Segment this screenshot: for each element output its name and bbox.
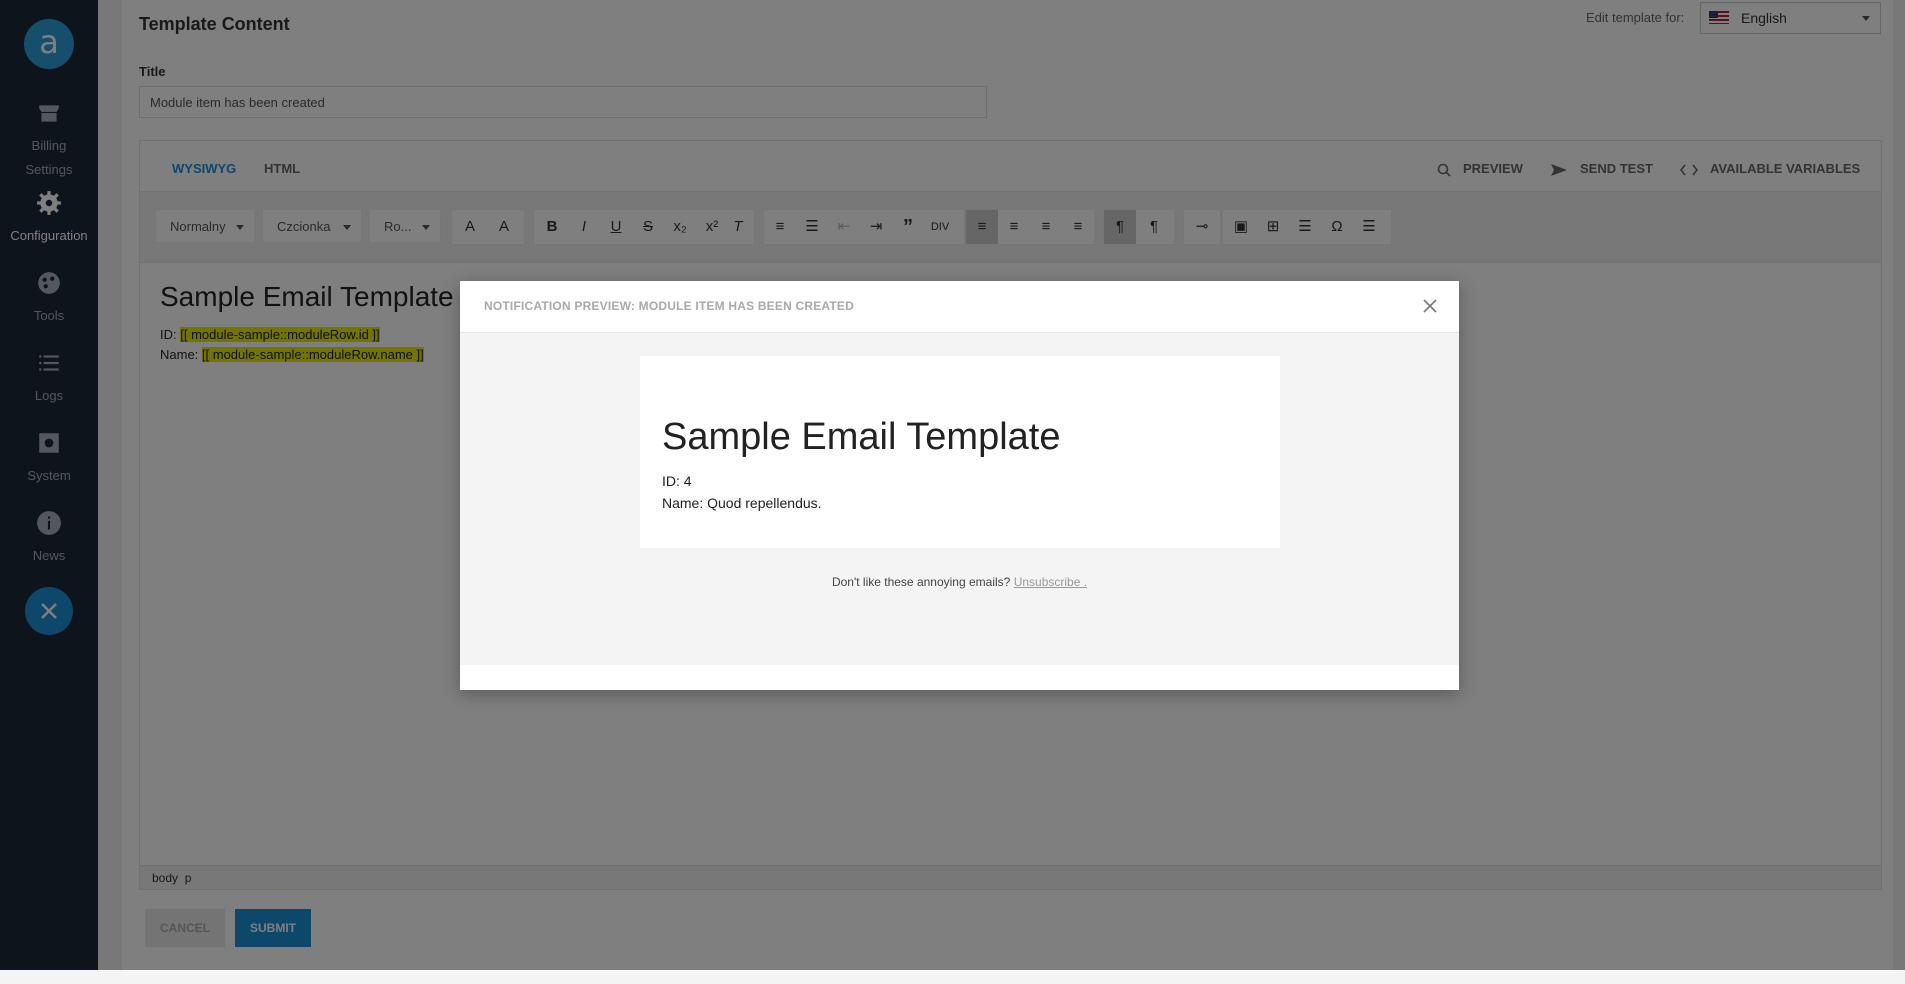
email-id-line: ID: 4 <box>662 473 692 489</box>
preview-modal: NOTIFICATION PREVIEW: MODULE ITEM HAS BE… <box>460 281 1459 690</box>
email-preview: Sample Email Template ID: 4 Name: Quod r… <box>640 356 1280 548</box>
modal-header: NOTIFICATION PREVIEW: MODULE ITEM HAS BE… <box>460 281 1459 333</box>
email-name-line: Name: Quod repellendus. <box>662 495 822 511</box>
unsubscribe-text: Don't like these annoying emails? <box>831 575 1011 589</box>
email-heading: Sample Email Template <box>662 416 1061 458</box>
bottom-strip <box>0 970 1905 984</box>
modal-title: NOTIFICATION PREVIEW: MODULE ITEM HAS BE… <box>484 299 855 313</box>
modal-body: Sample Email Template ID: 4 Name: Quod r… <box>460 333 1459 665</box>
unsubscribe-footer: Don't like these annoying emails? Unsubs… <box>460 575 1459 589</box>
close-icon[interactable] <box>1421 297 1439 315</box>
unsubscribe-link[interactable]: Unsubscribe . <box>1014 575 1087 589</box>
